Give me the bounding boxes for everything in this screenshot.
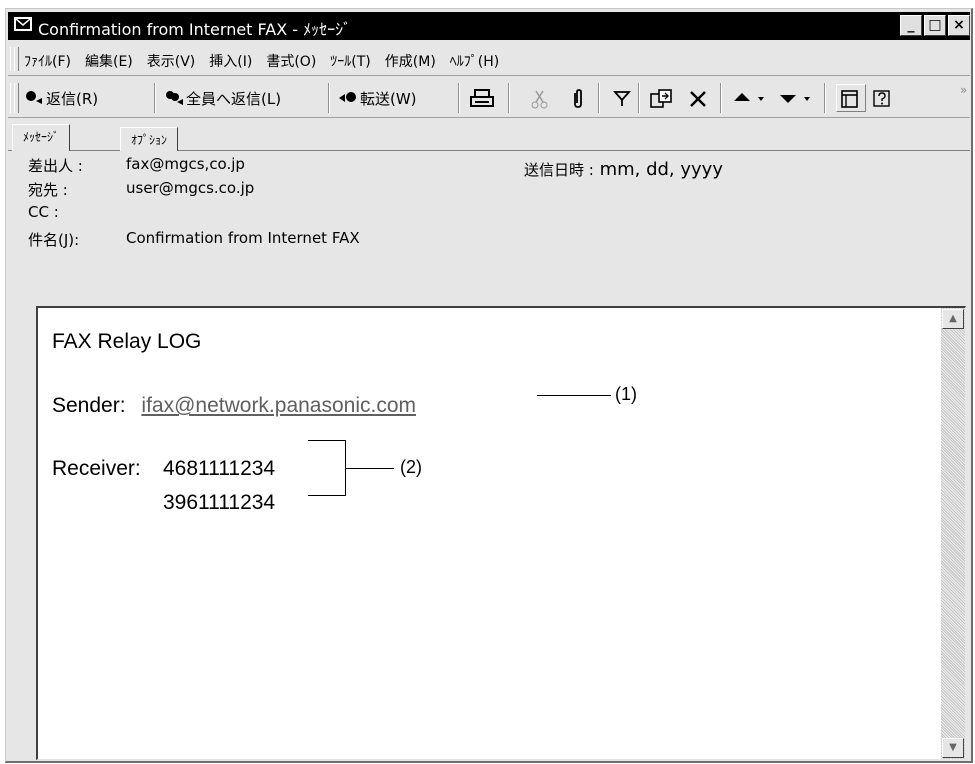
copy-icon (650, 89, 674, 108)
callout-line-1 (537, 395, 611, 396)
forward-button[interactable]: 転送(W) (338, 84, 417, 112)
toolbar-overflow-chevron[interactable]: » (960, 83, 967, 97)
attach-button[interactable] (568, 84, 590, 112)
title-bar[interactable]: Confirmation from Internet FAX - ﾒｯｾｰｼﾞ … (8, 12, 970, 40)
from-value: fax@mgcs,co.jp (126, 155, 245, 173)
vertical-scrollbar[interactable]: ▲ ▼ (941, 308, 965, 759)
previous-button[interactable] (732, 84, 772, 112)
callout-line-2 (346, 468, 394, 469)
print-icon (470, 89, 496, 107)
reply-all-button[interactable]: 全員へ返信(L) (164, 84, 281, 112)
delete-button[interactable] (688, 84, 710, 112)
tab-message[interactable]: ﾒｯｾｰｼﾞ (12, 124, 71, 151)
message-tabs: ﾒｯｾｰｼﾞ ｵﾌﾟｼｮﾝ (8, 123, 970, 151)
menu-file[interactable]: ﾌｧｲﾙ(F) (24, 51, 71, 71)
previous-icon (732, 89, 770, 107)
address-book-button[interactable] (836, 84, 866, 112)
menu-help[interactable]: ﾍﾙﾌﾟ(H) (450, 51, 499, 71)
cut-button[interactable] (530, 84, 552, 112)
toolbar-separator (720, 83, 722, 113)
receiver-number: 4681111234 (163, 457, 276, 480)
callout-bracket-top (308, 440, 346, 441)
toolbar-separator (638, 83, 640, 113)
menu-view[interactable]: 表示(V) (147, 51, 196, 71)
sent-date-label: 送信日時 : (524, 161, 594, 179)
menu-message[interactable]: 作成(M) (385, 51, 436, 71)
toolbar-separator (598, 83, 600, 113)
sender-label: Sender: (52, 394, 126, 417)
attach-icon (568, 89, 588, 108)
sender-email-link[interactable]: ifax@network.panasonic.com (141, 394, 416, 417)
menu-grip (14, 47, 19, 71)
next-icon (778, 89, 816, 107)
toolbar-separator (154, 83, 156, 113)
menu-edit[interactable]: 編集(E) (85, 51, 133, 71)
body-title: FAX Relay LOG (52, 330, 202, 353)
sent-date: 送信日時 : mm, dd, yyyy (524, 159, 723, 180)
from-label: 差出人 : (28, 157, 83, 175)
maximize-button[interactable]: □ (924, 15, 946, 36)
email-window: Confirmation from Internet FAX - ﾒｯｾｰｼﾞ … (5, 8, 973, 763)
subject-value: Confirmation from Internet FAX (126, 229, 360, 247)
callout-1: (1) (615, 384, 637, 404)
toolbar-separator (458, 83, 460, 113)
toolbar-separator (824, 83, 826, 113)
reply-label: 返信(R) (46, 89, 99, 108)
to-label: 宛先 : (28, 181, 68, 199)
receiver-label: Receiver: (52, 457, 141, 480)
menu-format[interactable]: 書式(O) (266, 51, 316, 71)
close-button[interactable]: × (948, 15, 970, 36)
callout-bracket-bottom (308, 495, 346, 496)
reply-button[interactable]: 返信(R) (24, 84, 98, 112)
scroll-down-arrow-icon[interactable]: ▼ (942, 738, 964, 758)
forward-label: 転送(W) (360, 89, 417, 108)
sent-date-value: mm, dd, yyyy (599, 159, 723, 180)
delete-icon (688, 89, 708, 107)
sender-line: Sender: ifax@network.panasonic.com (52, 394, 416, 418)
reply-all-icon (164, 89, 184, 107)
cut-icon (530, 89, 550, 109)
forward-icon (338, 89, 358, 107)
toolbar-grip (14, 83, 19, 113)
menu-tools[interactable]: ﾂｰﾙ(T) (330, 51, 370, 71)
menu-bar: ﾌｧｲﾙ(F) 編集(E) 表示(V) 挿入(I) 書式(O) ﾂｰﾙ(T) 作… (8, 45, 970, 76)
flag-button[interactable] (612, 84, 634, 112)
toolbar-separator (328, 83, 330, 113)
message-body[interactable]: FAX Relay LOG Sender: ifax@network.panas… (36, 306, 966, 760)
toolbar: 返信(R) 全員へ返信(L) 転送(W) » (8, 79, 970, 118)
scroll-up-arrow-icon[interactable]: ▲ (942, 309, 964, 329)
mail-icon (14, 17, 32, 31)
minimize-button[interactable]: _ (900, 15, 922, 36)
next-button[interactable] (778, 84, 818, 112)
flag-icon (612, 89, 632, 107)
callout-2: (2) (400, 457, 422, 477)
menu-insert[interactable]: 挿入(I) (209, 51, 252, 71)
receiver-number: 3961111234 (163, 491, 276, 514)
toolbar-separator (508, 83, 510, 113)
reply-icon (24, 89, 44, 107)
to-value: user@mgcs.co.jp (126, 179, 255, 197)
cc-label: CC : (28, 203, 59, 221)
address-book-icon (840, 89, 860, 108)
reply-all-label: 全員へ返信(L) (186, 89, 282, 108)
window-title: Confirmation from Internet FAX - ﾒｯｾｰｼﾞ (38, 20, 352, 39)
help-icon (872, 89, 892, 107)
copy-button[interactable] (650, 84, 676, 112)
help-button[interactable] (872, 84, 894, 112)
subject-label: 件名(J): (28, 231, 80, 249)
tab-options[interactable]: ｵﾌﾟｼｮﾝ (120, 127, 179, 151)
print-button[interactable] (470, 84, 498, 112)
